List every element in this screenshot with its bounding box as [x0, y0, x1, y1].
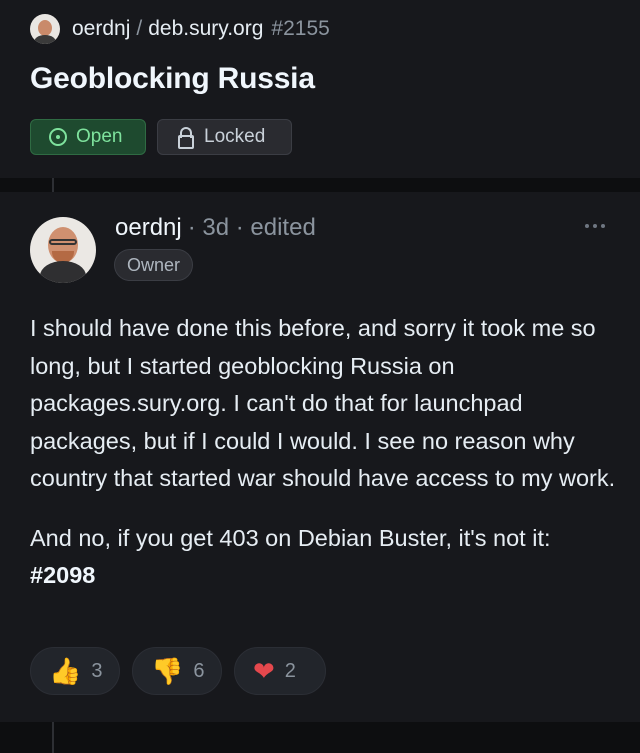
- thumbs-down-icon: 👎: [151, 655, 184, 686]
- breadcrumb-separator: /: [136, 17, 143, 40]
- heart-icon: ❤: [253, 655, 275, 686]
- reaction-count: 3: [91, 659, 103, 682]
- comment-body: I should have done this before, and sorr…: [30, 310, 620, 595]
- thumbs-up-icon: 👍: [49, 655, 82, 686]
- comment-text: And no, if you get 403 on Debian Buster,…: [30, 524, 551, 551]
- repo-owner-avatar[interactable]: [30, 14, 60, 44]
- reaction-count: 2: [284, 659, 296, 682]
- issue-number: #2155: [271, 17, 330, 40]
- author-avatar[interactable]: [30, 217, 96, 283]
- status-label: Open: [76, 126, 123, 147]
- reactions-bar: 👍 3 👎 6 ❤ 2: [30, 647, 326, 695]
- more-options-icon[interactable]: [585, 224, 605, 228]
- lock-icon: [178, 127, 194, 149]
- comment-author-line: oerdnj · 3d · edited: [115, 214, 316, 242]
- reaction-thumbs-down-button[interactable]: 👎 6: [132, 647, 222, 695]
- repo-breadcrumb: oerdnj / deb.sury.org #2155: [30, 13, 330, 45]
- issue-reference-link[interactable]: #2098: [30, 562, 95, 588]
- issue-title: Geoblocking Russia: [30, 62, 315, 95]
- locked-badge: Locked: [157, 119, 292, 155]
- issue-comment: oerdnj · 3d · edited Owner I should have…: [0, 192, 640, 722]
- reaction-count: 6: [193, 659, 205, 682]
- repo-owner-link[interactable]: oerdnj: [72, 17, 130, 41]
- timeline-divider: [0, 178, 640, 192]
- comment-meta[interactable]: · 3d · edited: [188, 214, 316, 242]
- owner-badge: Owner: [114, 249, 194, 281]
- repo-name-link[interactable]: deb.sury.org: [148, 17, 263, 41]
- comment-author-link[interactable]: oerdnj: [115, 214, 182, 242]
- locked-label: Locked: [204, 126, 266, 147]
- comment-paragraph: And no, if you get 403 on Debian Buster,…: [30, 520, 620, 595]
- status-badge-open: Open: [30, 119, 146, 155]
- comment-paragraph: I should have done this before, and sorr…: [30, 315, 616, 491]
- timeline-divider-bottom: [0, 722, 640, 753]
- reaction-heart-button[interactable]: ❤ 2: [234, 647, 326, 695]
- reaction-thumbs-up-button[interactable]: 👍 3: [30, 647, 120, 695]
- issue-open-icon: [49, 128, 67, 146]
- issue-header: oerdnj / deb.sury.org #2155 Geoblocking …: [0, 0, 640, 178]
